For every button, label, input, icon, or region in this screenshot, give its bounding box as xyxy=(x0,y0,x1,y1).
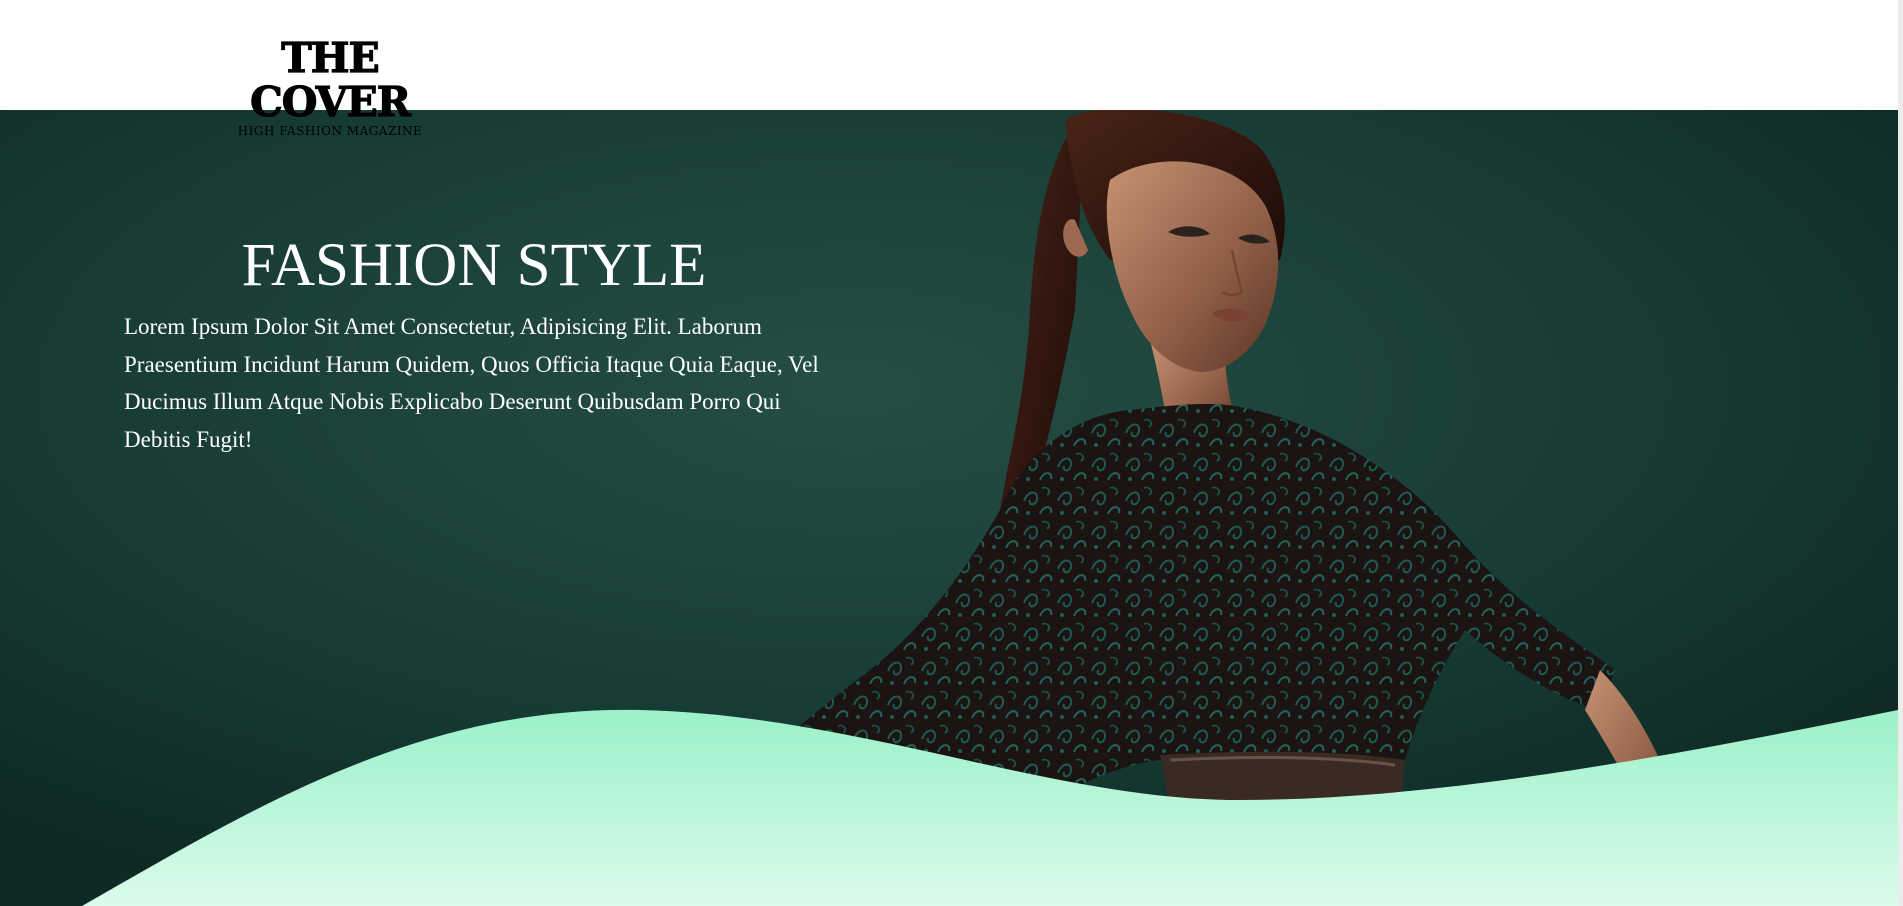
hero-bottom-wave xyxy=(82,709,1898,906)
logo-title: THE COVER xyxy=(250,34,412,126)
page: THE COVER HIGH FASHION MAGAZINE FASHION … xyxy=(0,0,1903,906)
site-logo[interactable]: THE COVER HIGH FASHION MAGAZINE xyxy=(200,34,460,138)
logo-subtitle: HIGH FASHION MAGAZINE xyxy=(237,124,423,138)
site-header: THE COVER HIGH FASHION MAGAZINE xyxy=(0,0,1903,138)
hero-section: FASHION STYLE Lorem Ipsum Dolor Sit Amet… xyxy=(0,110,1898,906)
page-scrollbar[interactable] xyxy=(1898,0,1903,906)
